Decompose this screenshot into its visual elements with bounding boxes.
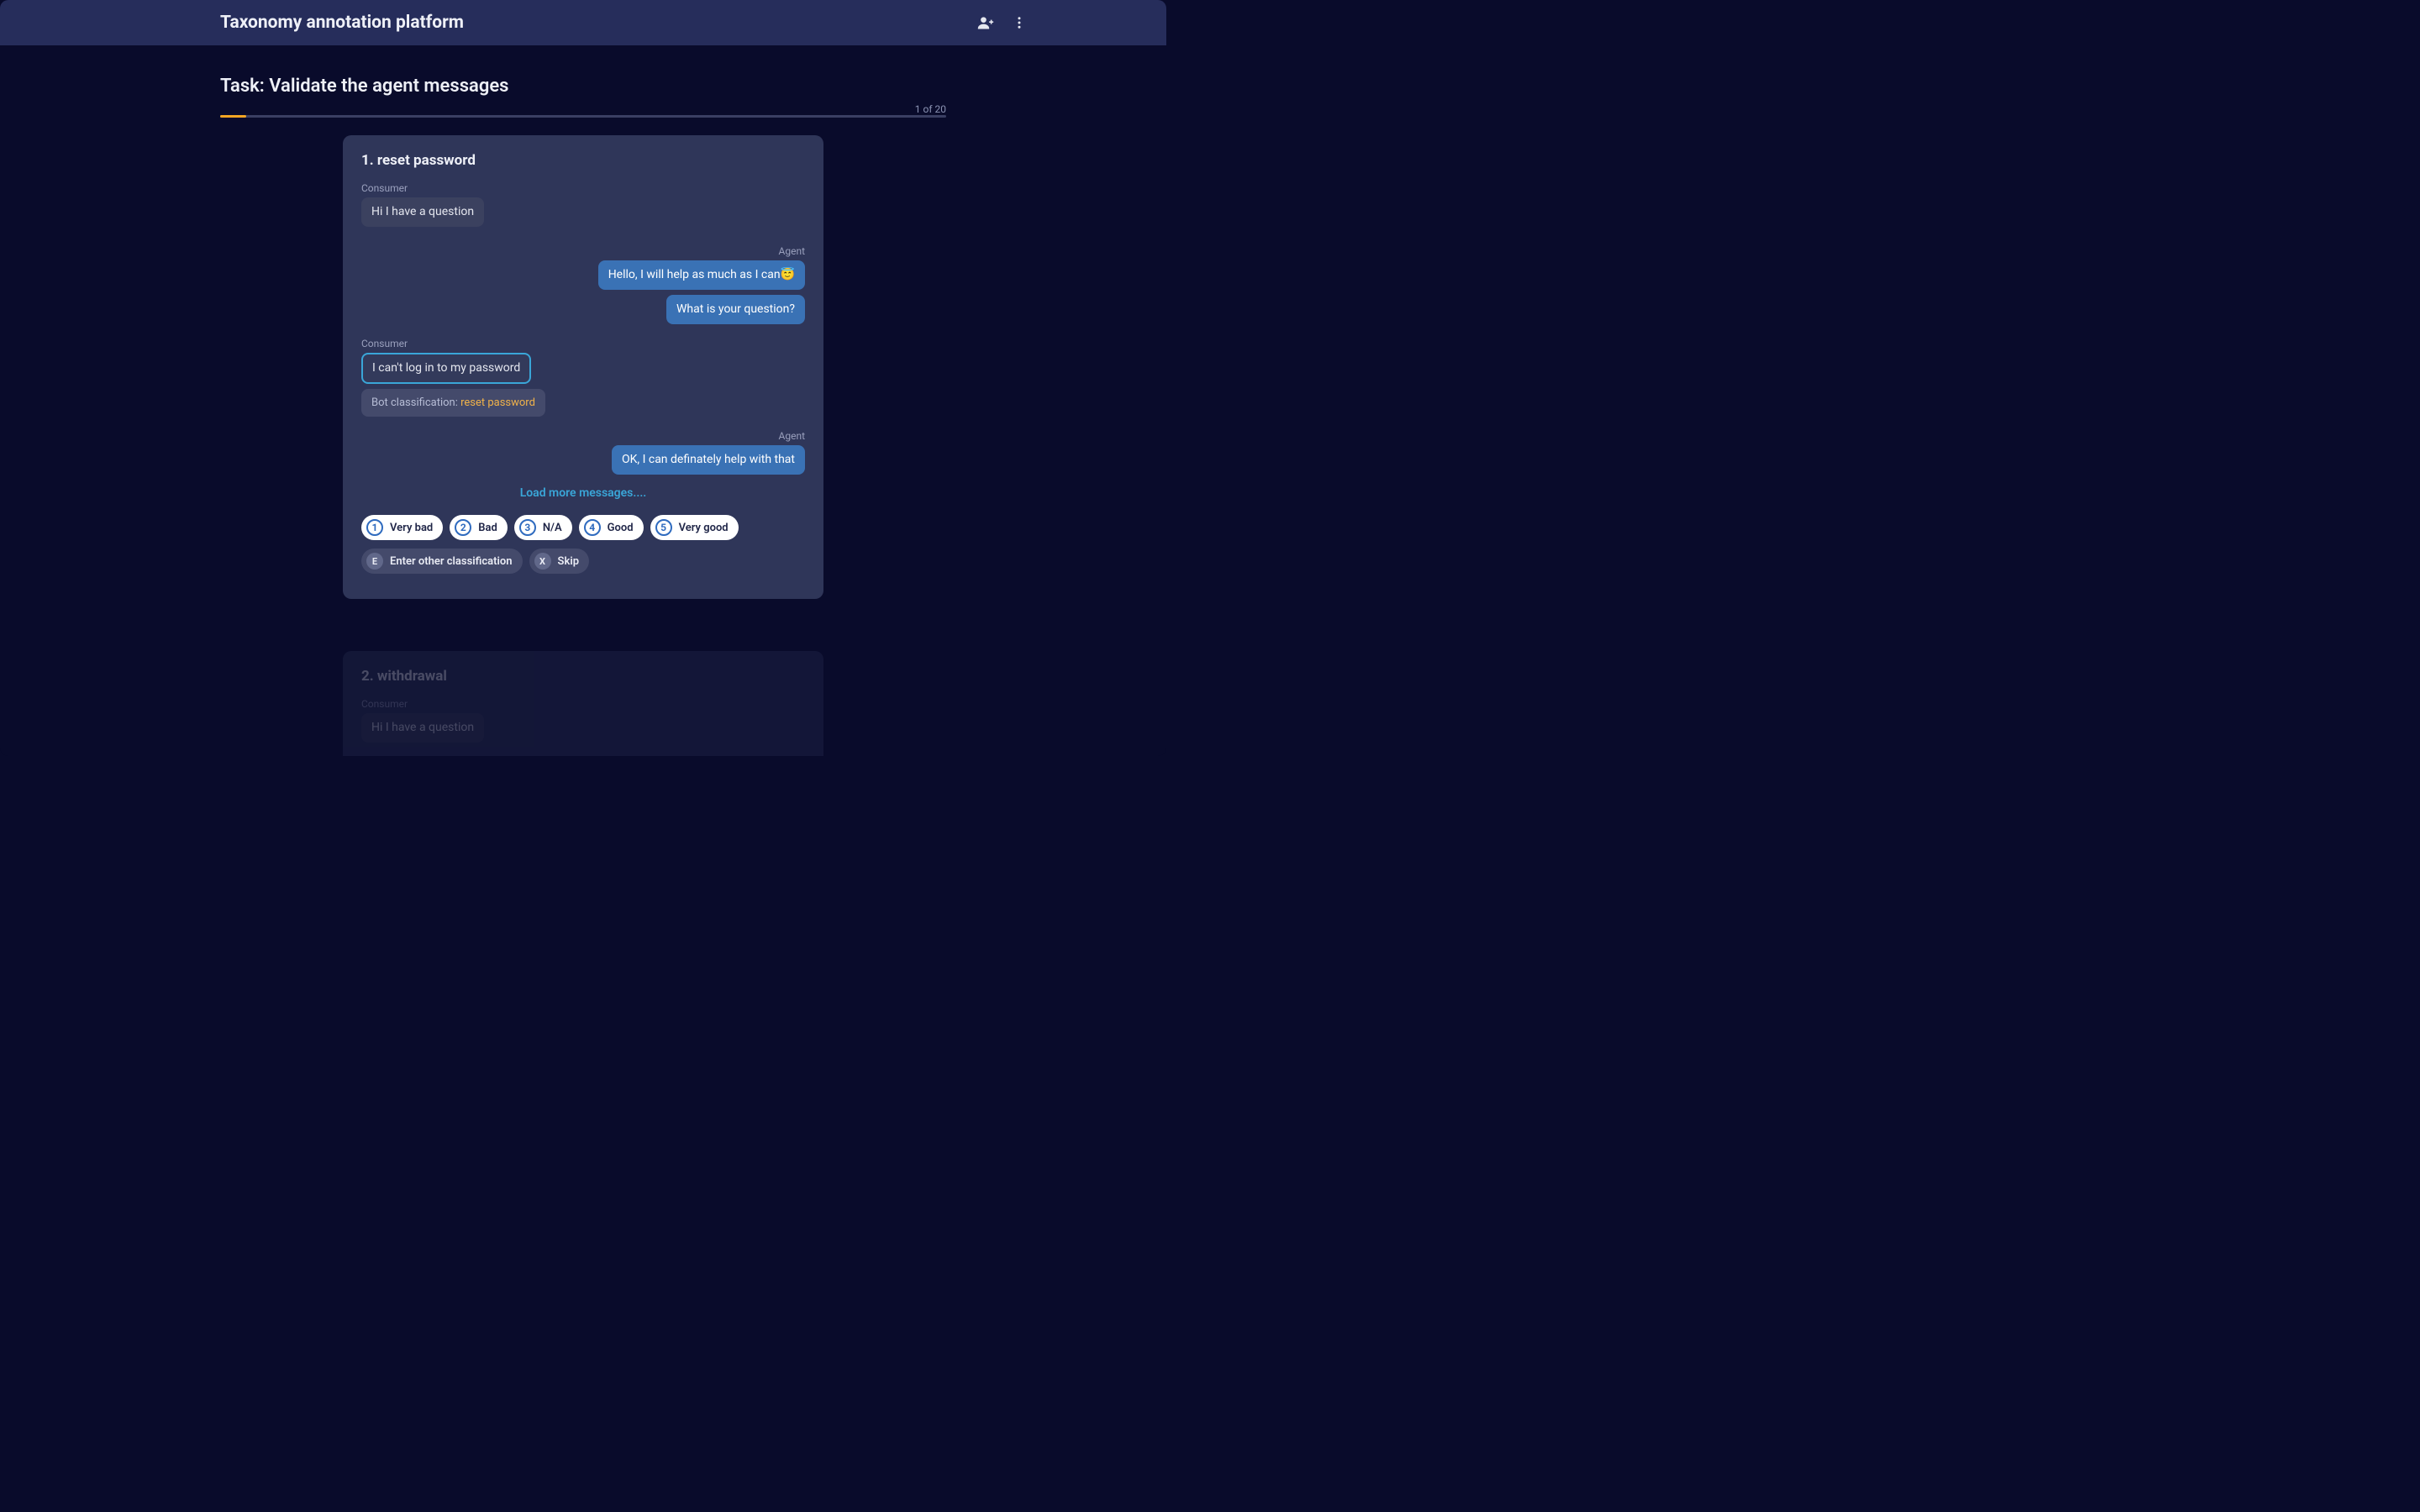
consumer-message: Hi I have a question <box>361 197 484 227</box>
rating-key: 2 <box>455 519 471 536</box>
rating-options: 1 Very bad 2 Bad 3 N/A 4 Good 5 Very g <box>361 515 805 540</box>
app-title: Taxonomy annotation platform <box>220 13 976 33</box>
role-label-agent: Agent <box>361 245 805 257</box>
annotation-card: 1. reset password Consumer Hi I have a q… <box>343 135 823 599</box>
bot-classification-value: reset password <box>460 396 535 409</box>
role-label-consumer: Consumer <box>361 698 805 710</box>
card-title: 2. withdrawal <box>361 668 805 685</box>
progress-fill <box>220 115 246 118</box>
more-vert-icon[interactable] <box>1010 13 1028 32</box>
skip-label: Skip <box>558 555 580 568</box>
agent-message: Hello, I will help as much as I can😇 <box>598 260 805 290</box>
skip-button[interactable]: X Skip <box>529 549 590 574</box>
consumer-message-highlighted[interactable]: I can't log in to my password <box>361 353 531 384</box>
rating-key: 1 <box>366 519 383 536</box>
rating-very-bad[interactable]: 1 Very bad <box>361 515 443 540</box>
agent-message: OK, I can definately help with that <box>612 445 805 475</box>
rating-label: Bad <box>478 522 497 534</box>
load-more-link[interactable]: Load more messages.... <box>361 486 805 500</box>
rating-good[interactable]: 4 Good <box>579 515 644 540</box>
progress-bar: 1 of 20 <box>220 105 946 120</box>
rating-label: Very good <box>679 522 729 534</box>
rating-label: Good <box>608 522 634 534</box>
role-label-agent: Agent <box>361 430 805 442</box>
bot-classification: Bot classification: reset password <box>361 389 545 417</box>
rating-very-good[interactable]: 5 Very good <box>650 515 739 540</box>
skip-key: X <box>534 553 551 570</box>
secondary-options: E Enter other classification X Skip <box>361 549 805 574</box>
header-icons <box>976 13 1146 32</box>
card-title: 1. reset password <box>361 152 805 169</box>
progress-label: 1 of 20 <box>915 103 946 115</box>
role-label-consumer: Consumer <box>361 338 805 349</box>
rating-label: N/A <box>543 522 562 534</box>
bot-classification-prefix: Bot classification: <box>371 396 460 409</box>
rating-key: 5 <box>655 519 672 536</box>
agent-message: What is your question? <box>666 295 805 324</box>
enter-other-button[interactable]: E Enter other classification <box>361 549 523 574</box>
rating-label: Very bad <box>390 522 433 534</box>
consumer-message: Hi I have a question <box>361 713 484 743</box>
enter-other-key: E <box>366 553 383 570</box>
annotation-card-next: 2. withdrawal Consumer Hi I have a quest… <box>343 651 823 756</box>
main-content: Task: Validate the agent messages 1 of 2… <box>0 45 1166 756</box>
rating-key: 3 <box>519 519 536 536</box>
invite-user-icon[interactable] <box>976 13 995 32</box>
app-header: Taxonomy annotation platform <box>0 0 1166 45</box>
rating-bad[interactable]: 2 Bad <box>450 515 508 540</box>
enter-other-label: Enter other classification <box>390 555 513 568</box>
rating-na[interactable]: 3 N/A <box>514 515 572 540</box>
progress-track <box>220 115 946 118</box>
rating-key: 4 <box>584 519 601 536</box>
task-title: Task: Validate the agent messages <box>220 76 946 97</box>
role-label-consumer: Consumer <box>361 182 805 194</box>
